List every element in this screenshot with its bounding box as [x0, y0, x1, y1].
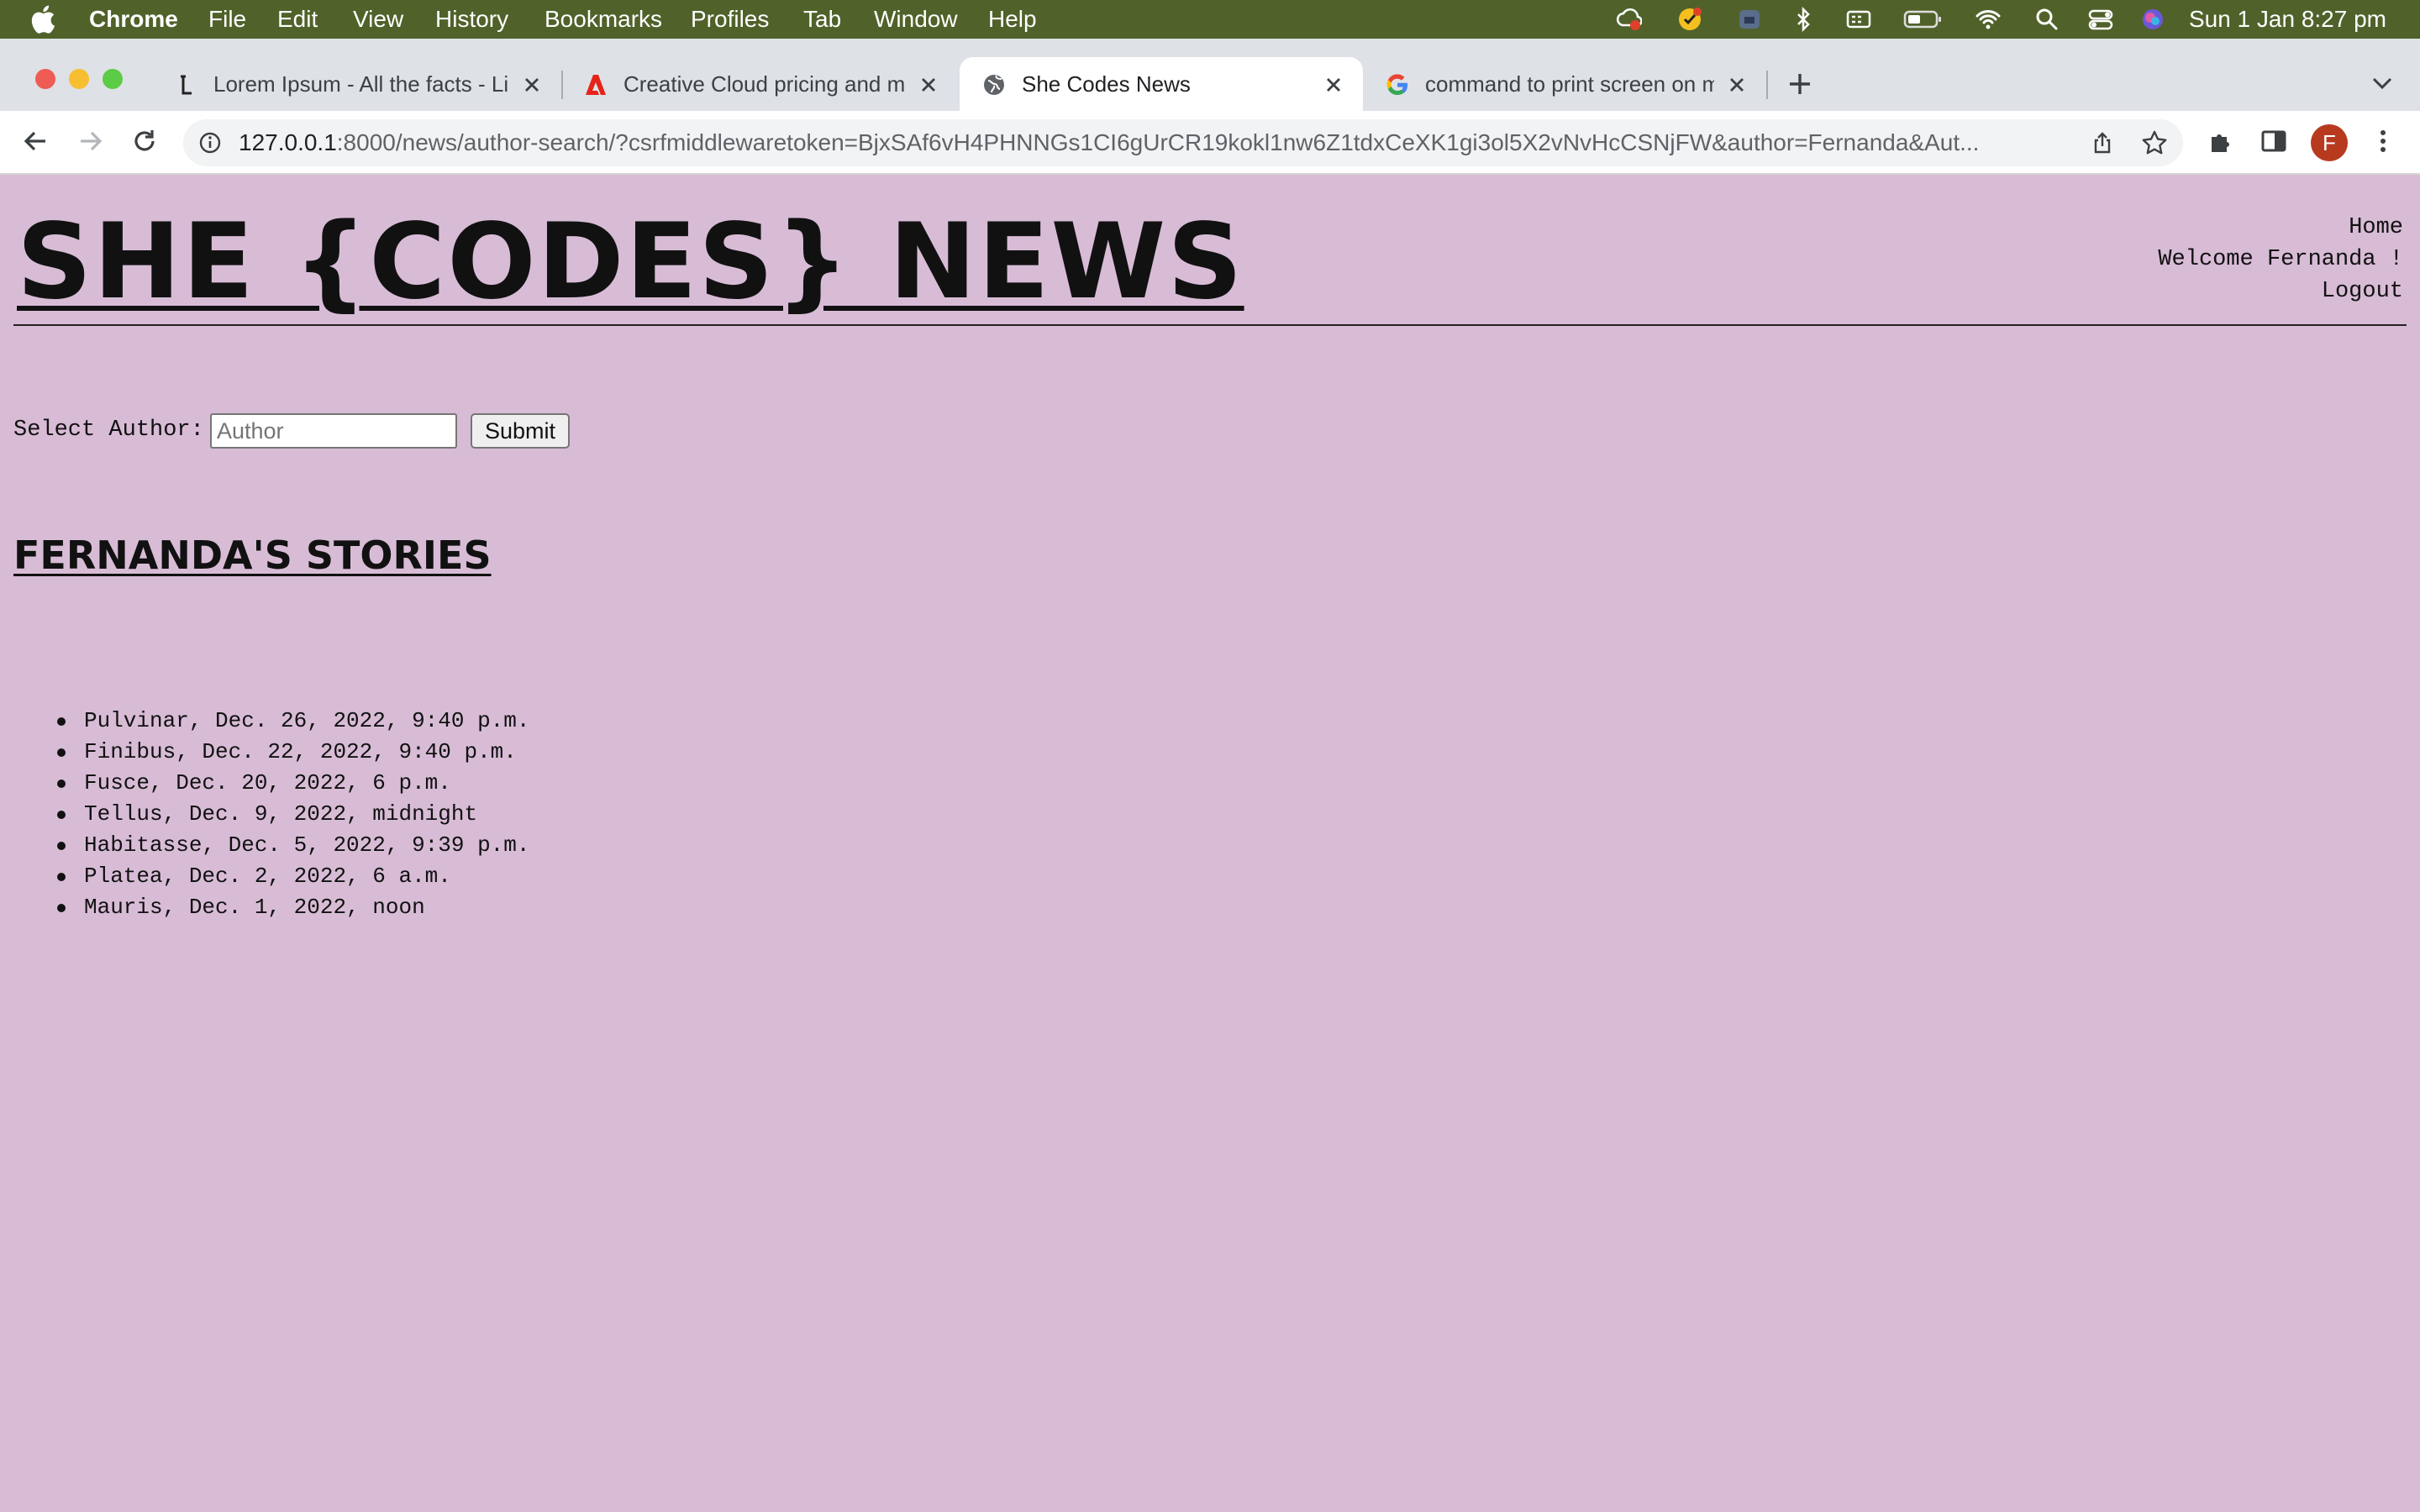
- window-minimize-button[interactable]: [69, 69, 89, 89]
- story-item[interactable]: Mauris, Dec. 1, 2022, noon: [57, 892, 530, 923]
- macos-menu-bar: Chrome File Edit View History Bookmarks …: [0, 0, 2420, 39]
- back-arrow-icon[interactable]: [20, 126, 50, 156]
- page-content: SHE {CODES} NEWS Home Welcome Fernanda !…: [0, 176, 2420, 1512]
- forward-arrow-icon[interactable]: [76, 126, 106, 156]
- site-title-link[interactable]: SHE {CODES} NEWS: [17, 202, 1244, 323]
- header-divider: [13, 324, 2407, 326]
- story-item[interactable]: Fusce, Dec. 20, 2022, 6 p.m.: [57, 768, 530, 799]
- stories-heading[interactable]: FERNANDA'S STORIES: [13, 533, 492, 578]
- menu-tab[interactable]: Tab: [803, 0, 841, 39]
- url-host: 127.0.0.1: [239, 129, 337, 155]
- stories-list: Pulvinar, Dec. 26, 2022, 9:40 p.m. Finib…: [57, 706, 530, 923]
- window-close-button[interactable]: [35, 69, 55, 89]
- author-field-label: Select Author:: [13, 417, 204, 443]
- battery-icon[interactable]: [1902, 7, 1944, 32]
- menu-app-name[interactable]: Chrome: [89, 0, 178, 39]
- address-bar[interactable]: 127.0.0.1:8000/news/author-search/?csrfm…: [183, 119, 2183, 166]
- wifi-icon[interactable]: [1975, 7, 2002, 32]
- close-tab-icon[interactable]: [1323, 74, 1344, 96]
- story-item[interactable]: Habitasse, Dec. 5, 2022, 9:39 p.m.: [57, 830, 530, 861]
- author-input[interactable]: [210, 413, 457, 449]
- site-info-icon[interactable]: [198, 131, 222, 155]
- nav-welcome-text: Welcome Fernanda !: [2158, 247, 2403, 272]
- control-center-icon[interactable]: [2087, 7, 2114, 32]
- side-panel-icon[interactable]: [2259, 126, 2289, 156]
- vpn-icon[interactable]: [1736, 7, 1763, 32]
- menu-edit[interactable]: Edit: [277, 0, 318, 39]
- lipsum-icon: [181, 75, 192, 95]
- google-icon: [1386, 74, 1408, 96]
- menu-profiles[interactable]: Profiles: [691, 0, 769, 39]
- bluetooth-icon[interactable]: [1790, 7, 1817, 32]
- spotlight-icon[interactable]: [2033, 7, 2060, 32]
- creative-cloud-icon[interactable]: [1615, 7, 1642, 32]
- menubar-clock[interactable]: Sun 1 Jan 8:27 pm: [2189, 0, 2386, 39]
- story-item[interactable]: Tellus, Dec. 9, 2022, midnight: [57, 799, 530, 830]
- reload-icon[interactable]: [129, 126, 160, 156]
- norton-icon[interactable]: [1677, 7, 1704, 32]
- site-nav: Home Welcome Fernanda ! Logout: [2158, 212, 2403, 307]
- tab-title: She Codes News: [1022, 71, 1191, 97]
- globe-icon: [984, 75, 1004, 95]
- url-text[interactable]: 127.0.0.1:8000/news/author-search/?csrfm…: [239, 119, 2070, 166]
- new-tab-icon[interactable]: [1785, 69, 1815, 99]
- tab-she-codes-news[interactable]: She Codes News: [960, 57, 1363, 111]
- extensions-puzzle-icon[interactable]: [2207, 126, 2237, 156]
- close-tab-icon[interactable]: [918, 74, 939, 96]
- submit-button[interactable]: Submit: [471, 413, 570, 449]
- window-zoom-button[interactable]: [103, 69, 123, 89]
- apple-icon[interactable]: [30, 5, 55, 34]
- story-item[interactable]: Finibus, Dec. 22, 2022, 9:40 p.m.: [57, 737, 530, 768]
- tab-title: command to print screen on m: [1425, 71, 1714, 97]
- tab-creative-cloud[interactable]: Creative Cloud pricing and mer: [561, 57, 960, 111]
- menu-view[interactable]: View: [353, 0, 403, 39]
- menu-window[interactable]: Window: [874, 0, 958, 39]
- story-item[interactable]: Pulvinar, Dec. 26, 2022, 9:40 p.m.: [57, 706, 530, 737]
- tab-google-search[interactable]: command to print screen on m: [1363, 57, 1768, 111]
- adobe-icon: [586, 75, 606, 95]
- menu-bookmarks[interactable]: Bookmarks: [544, 0, 662, 39]
- tab-title: Creative Cloud pricing and mer: [623, 71, 906, 97]
- tab-lorem-ipsum[interactable]: Lorem Ipsum - All the facts - Li: [151, 57, 563, 111]
- url-path: :8000/news/author-search/?csrfmiddleware…: [336, 129, 1980, 155]
- story-item[interactable]: Platea, Dec. 2, 2022, 6 a.m.: [57, 861, 530, 892]
- nav-logout-link[interactable]: Logout: [2158, 276, 2403, 307]
- close-tab-icon[interactable]: [521, 74, 543, 96]
- tab-separator: [1766, 71, 1768, 99]
- siri-icon[interactable]: [2139, 7, 2166, 32]
- profile-avatar[interactable]: F: [2311, 124, 2348, 161]
- nav-home-link[interactable]: Home: [2158, 212, 2403, 244]
- menu-help[interactable]: Help: [988, 0, 1037, 39]
- share-icon[interactable]: [2091, 131, 2114, 155]
- keyboard-icon[interactable]: [1845, 7, 1872, 32]
- close-tab-icon[interactable]: [1726, 74, 1748, 96]
- chevron-down-icon[interactable]: [2370, 72, 2395, 94]
- menu-file[interactable]: File: [208, 0, 246, 39]
- bookmark-star-icon[interactable]: [2141, 129, 2168, 156]
- menu-history[interactable]: History: [435, 0, 508, 39]
- tab-title: Lorem Ipsum - All the facts - Li: [213, 71, 508, 97]
- more-menu-icon[interactable]: [2368, 126, 2398, 156]
